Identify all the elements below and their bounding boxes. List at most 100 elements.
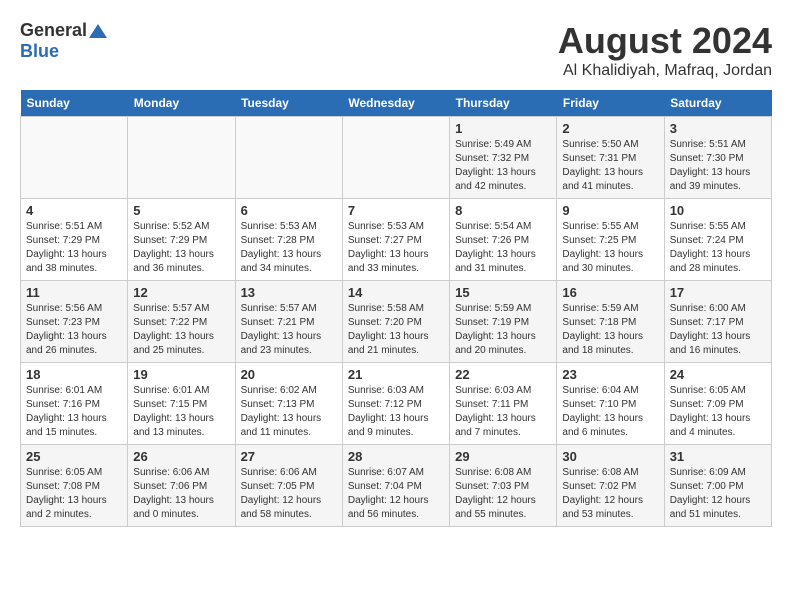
day-number: 8 bbox=[455, 203, 551, 218]
calendar-cell: 5 Sunrise: 5:52 AM Sunset: 7:29 PM Daylig… bbox=[128, 199, 235, 281]
weekday-header-wednesday: Wednesday bbox=[342, 90, 449, 117]
day-number: 30 bbox=[562, 449, 658, 464]
calendar-cell: 10Sunrise: 5:55 AM Sunset: 7:24 PM Dayli… bbox=[664, 199, 771, 281]
day-number: 23 bbox=[562, 367, 658, 382]
weekday-header-saturday: Saturday bbox=[664, 90, 771, 117]
calendar-cell: 20Sunrise: 6:02 AM Sunset: 7:13 PM Dayli… bbox=[235, 363, 342, 445]
day-info: Sunrise: 6:07 AM Sunset: 7:04 PM Dayligh… bbox=[348, 466, 444, 522]
page-header: General Blue August 2024 Al Khalidiyah, … bbox=[20, 20, 772, 80]
day-info: Sunrise: 5:55 AM Sunset: 7:24 PM Dayligh… bbox=[670, 220, 766, 276]
calendar-cell: 6Sunrise: 5:53 AM Sunset: 7:28 PM Daylig… bbox=[235, 199, 342, 281]
calendar-cell: 14 Sunrise: 5:58 AM Sunset: 7:20 PM Dayli… bbox=[342, 281, 449, 363]
calendar-cell: 3 Sunrise: 5:51 AM Sunset: 7:30 PM Daylig… bbox=[664, 117, 771, 199]
calendar-cell: 25 Sunrise: 6:05 AM Sunset: 7:08 PM Dayli… bbox=[21, 445, 128, 527]
day-number: 31 bbox=[670, 449, 766, 464]
calendar-cell: 24 Sunrise: 6:05 AM Sunset: 7:09 PM Dayli… bbox=[664, 363, 771, 445]
calendar-cell: 29 Sunrise: 6:08 AM Sunset: 7:03 PM Dayli… bbox=[450, 445, 557, 527]
day-info: Sunrise: 5:50 AM Sunset: 7:31 PM Dayligh… bbox=[562, 138, 658, 194]
calendar-cell: 31 Sunrise: 6:09 AM Sunset: 7:00 PM Dayli… bbox=[664, 445, 771, 527]
day-info: Sunrise: 5:51 AM Sunset: 7:29 PM Dayligh… bbox=[26, 220, 122, 276]
logo-general-text: General bbox=[20, 20, 87, 41]
calendar-week-3: 11 Sunrise: 5:56 AM Sunset: 7:23 PM Dayli… bbox=[21, 281, 772, 363]
day-info: Sunrise: 6:01 AM Sunset: 7:16 PM Dayligh… bbox=[26, 384, 122, 440]
logo: General Blue bbox=[20, 20, 107, 62]
day-info: Sunrise: 5:53 AM Sunset: 7:28 PM Dayligh… bbox=[241, 220, 337, 276]
day-number: 14 bbox=[348, 285, 444, 300]
calendar-cell: 18 Sunrise: 6:01 AM Sunset: 7:16 PM Dayli… bbox=[21, 363, 128, 445]
calendar-cell: 27Sunrise: 6:06 AM Sunset: 7:05 PM Dayli… bbox=[235, 445, 342, 527]
day-info: Sunrise: 6:09 AM Sunset: 7:00 PM Dayligh… bbox=[670, 466, 766, 522]
title-block: August 2024 Al Khalidiyah, Mafraq, Jorda… bbox=[558, 20, 772, 80]
day-info: Sunrise: 5:51 AM Sunset: 7:30 PM Dayligh… bbox=[670, 138, 766, 194]
calendar-cell: 22 Sunrise: 6:03 AM Sunset: 7:11 PM Dayli… bbox=[450, 363, 557, 445]
day-number: 28 bbox=[348, 449, 444, 464]
calendar-cell bbox=[235, 117, 342, 199]
day-number: 15 bbox=[455, 285, 551, 300]
calendar-cell bbox=[21, 117, 128, 199]
day-info: Sunrise: 5:54 AM Sunset: 7:26 PM Dayligh… bbox=[455, 220, 551, 276]
day-number: 2 bbox=[562, 121, 658, 136]
calendar-cell: 13 Sunrise: 5:57 AM Sunset: 7:21 PM Dayli… bbox=[235, 281, 342, 363]
calendar-cell: 16Sunrise: 5:59 AM Sunset: 7:18 PM Dayli… bbox=[557, 281, 664, 363]
calendar-cell: 11 Sunrise: 5:56 AM Sunset: 7:23 PM Dayli… bbox=[21, 281, 128, 363]
weekday-header-sunday: Sunday bbox=[21, 90, 128, 117]
day-number: 21 bbox=[348, 367, 444, 382]
day-info: Sunrise: 5:59 AM Sunset: 7:19 PM Dayligh… bbox=[455, 302, 551, 358]
day-number: 1 bbox=[455, 121, 551, 136]
calendar-cell bbox=[342, 117, 449, 199]
calendar-week-2: 4 Sunrise: 5:51 AM Sunset: 7:29 PM Daylig… bbox=[21, 199, 772, 281]
day-info: Sunrise: 5:52 AM Sunset: 7:29 PM Dayligh… bbox=[133, 220, 229, 276]
calendar-cell: 2 Sunrise: 5:50 AM Sunset: 7:31 PM Daylig… bbox=[557, 117, 664, 199]
day-info: Sunrise: 5:56 AM Sunset: 7:23 PM Dayligh… bbox=[26, 302, 122, 358]
day-number: 9 bbox=[562, 203, 658, 218]
day-number: 4 bbox=[26, 203, 122, 218]
day-info: Sunrise: 6:01 AM Sunset: 7:15 PM Dayligh… bbox=[133, 384, 229, 440]
day-number: 13 bbox=[241, 285, 337, 300]
weekday-header-tuesday: Tuesday bbox=[235, 90, 342, 117]
weekday-header-row: SundayMondayTuesdayWednesdayThursdayFrid… bbox=[21, 90, 772, 117]
day-number: 12 bbox=[133, 285, 229, 300]
calendar-cell: 17Sunrise: 6:00 AM Sunset: 7:17 PM Dayli… bbox=[664, 281, 771, 363]
day-number: 18 bbox=[26, 367, 122, 382]
calendar-cell: 30 Sunrise: 6:08 AM Sunset: 7:02 PM Dayli… bbox=[557, 445, 664, 527]
day-info: Sunrise: 5:59 AM Sunset: 7:18 PM Dayligh… bbox=[562, 302, 658, 358]
day-info: Sunrise: 6:03 AM Sunset: 7:11 PM Dayligh… bbox=[455, 384, 551, 440]
calendar-week-4: 18 Sunrise: 6:01 AM Sunset: 7:16 PM Dayli… bbox=[21, 363, 772, 445]
day-number: 25 bbox=[26, 449, 122, 464]
calendar-week-1: 1 Sunrise: 5:49 AM Sunset: 7:32 PM Daylig… bbox=[21, 117, 772, 199]
calendar-table: SundayMondayTuesdayWednesdayThursdayFrid… bbox=[20, 90, 772, 527]
logo-triangle-icon bbox=[89, 24, 107, 38]
calendar-cell: 4 Sunrise: 5:51 AM Sunset: 7:29 PM Daylig… bbox=[21, 199, 128, 281]
day-number: 27 bbox=[241, 449, 337, 464]
day-info: Sunrise: 5:55 AM Sunset: 7:25 PM Dayligh… bbox=[562, 220, 658, 276]
day-info: Sunrise: 6:08 AM Sunset: 7:03 PM Dayligh… bbox=[455, 466, 551, 522]
calendar-cell: 23 Sunrise: 6:04 AM Sunset: 7:10 PM Dayli… bbox=[557, 363, 664, 445]
day-number: 3 bbox=[670, 121, 766, 136]
calendar-cell: 26 Sunrise: 6:06 AM Sunset: 7:06 PM Dayli… bbox=[128, 445, 235, 527]
day-number: 17 bbox=[670, 285, 766, 300]
calendar-week-5: 25 Sunrise: 6:05 AM Sunset: 7:08 PM Dayli… bbox=[21, 445, 772, 527]
weekday-header-thursday: Thursday bbox=[450, 90, 557, 117]
day-number: 24 bbox=[670, 367, 766, 382]
day-info: Sunrise: 5:49 AM Sunset: 7:32 PM Dayligh… bbox=[455, 138, 551, 194]
calendar-cell: 8 Sunrise: 5:54 AM Sunset: 7:26 PM Daylig… bbox=[450, 199, 557, 281]
day-number: 5 bbox=[133, 203, 229, 218]
calendar-cell: 1 Sunrise: 5:49 AM Sunset: 7:32 PM Daylig… bbox=[450, 117, 557, 199]
day-info: Sunrise: 6:05 AM Sunset: 7:08 PM Dayligh… bbox=[26, 466, 122, 522]
day-number: 11 bbox=[26, 285, 122, 300]
day-info: Sunrise: 6:06 AM Sunset: 7:06 PM Dayligh… bbox=[133, 466, 229, 522]
calendar-cell: 9 Sunrise: 5:55 AM Sunset: 7:25 PM Daylig… bbox=[557, 199, 664, 281]
logo-blue-text: Blue bbox=[20, 41, 59, 61]
day-number: 26 bbox=[133, 449, 229, 464]
calendar-cell bbox=[128, 117, 235, 199]
day-info: Sunrise: 5:57 AM Sunset: 7:21 PM Dayligh… bbox=[241, 302, 337, 358]
day-number: 29 bbox=[455, 449, 551, 464]
calendar-cell: 7Sunrise: 5:53 AM Sunset: 7:27 PM Daylig… bbox=[342, 199, 449, 281]
day-number: 22 bbox=[455, 367, 551, 382]
day-info: Sunrise: 6:03 AM Sunset: 7:12 PM Dayligh… bbox=[348, 384, 444, 440]
day-info: Sunrise: 6:05 AM Sunset: 7:09 PM Dayligh… bbox=[670, 384, 766, 440]
calendar-title: August 2024 bbox=[558, 20, 772, 62]
day-info: Sunrise: 5:58 AM Sunset: 7:20 PM Dayligh… bbox=[348, 302, 444, 358]
day-info: Sunrise: 6:04 AM Sunset: 7:10 PM Dayligh… bbox=[562, 384, 658, 440]
day-info: Sunrise: 6:08 AM Sunset: 7:02 PM Dayligh… bbox=[562, 466, 658, 522]
